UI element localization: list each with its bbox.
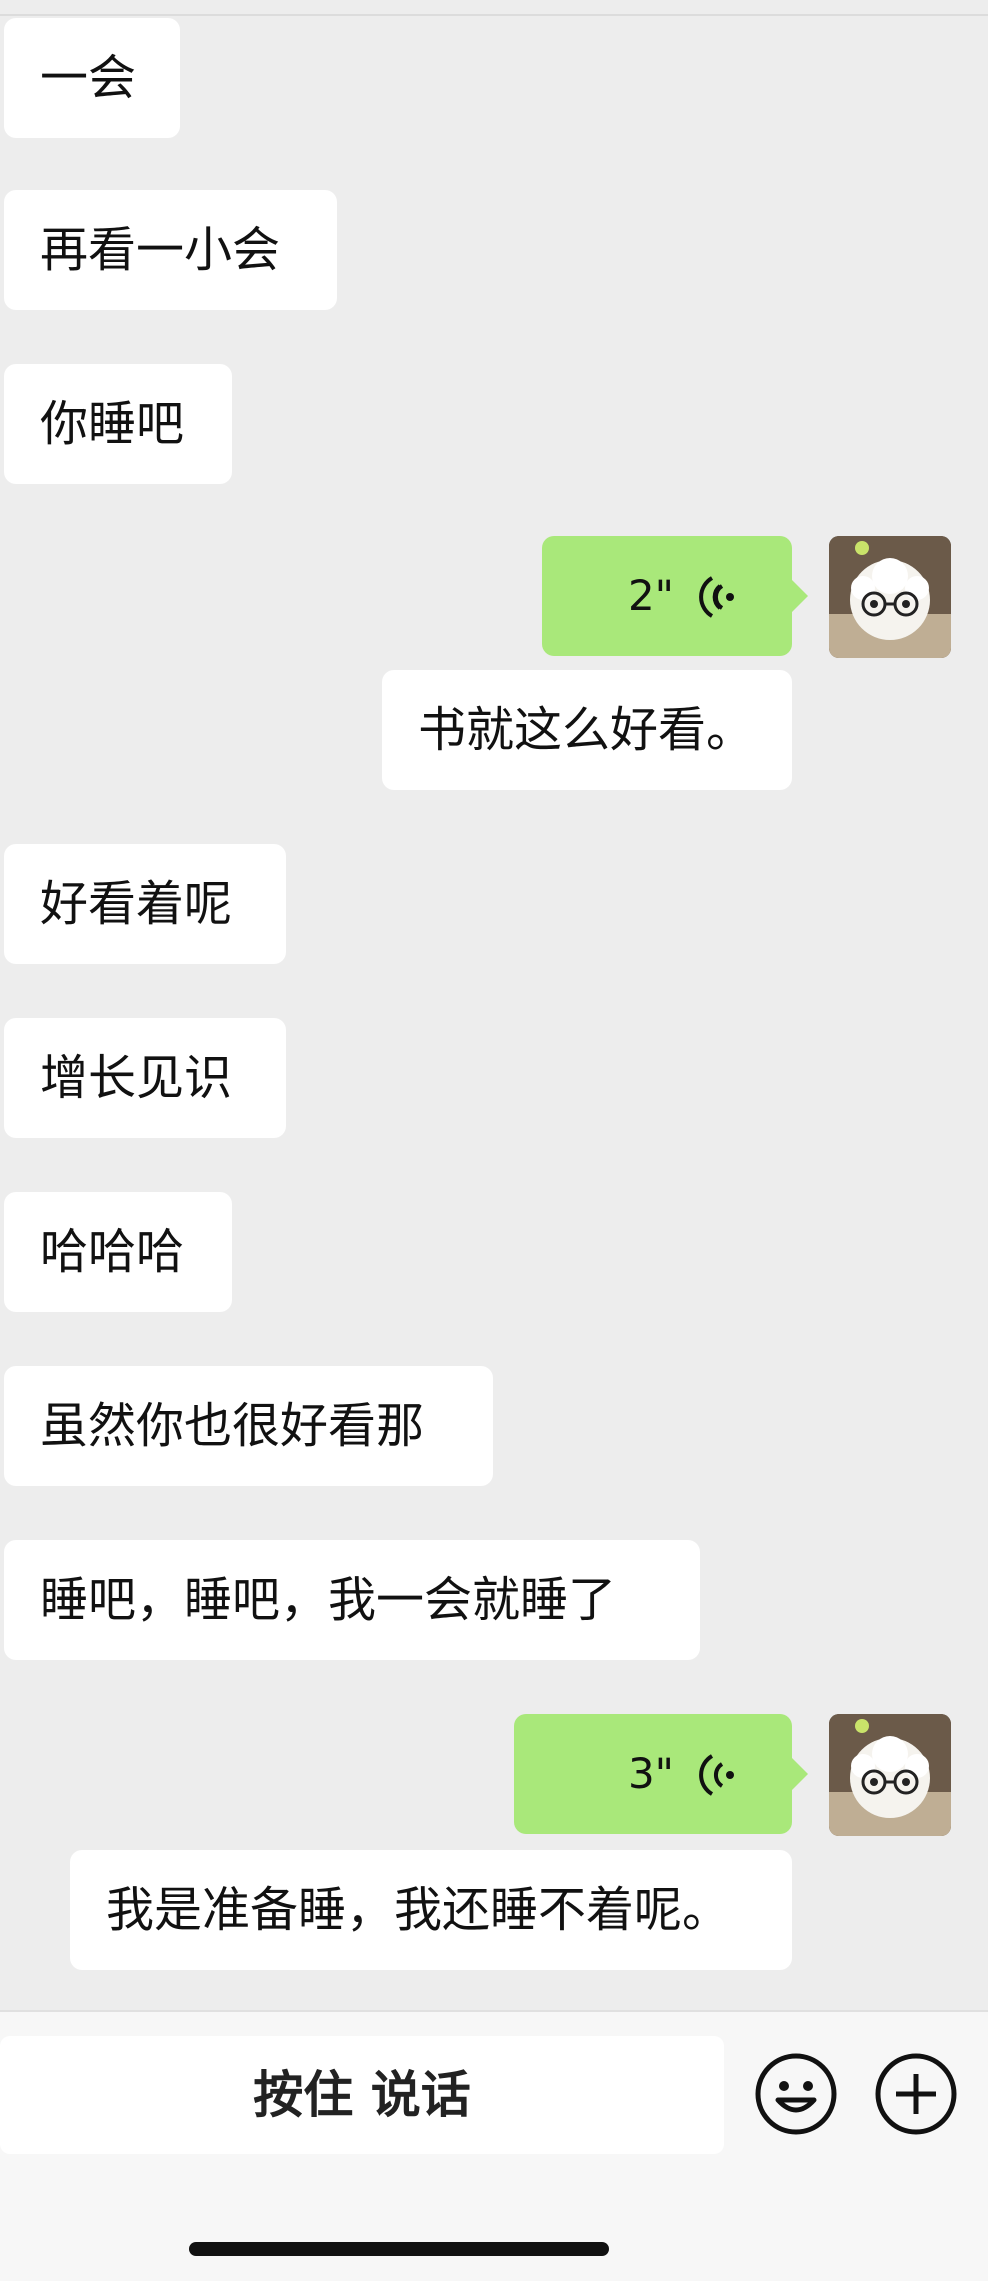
home-indicator <box>189 2242 609 2256</box>
voice-duration: 3" <box>627 1749 674 1798</box>
chat-area[interactable]: 一会 再看一小会 你睡吧 2" 书就这么好看。 好看着呢 增长见识 哈哈哈 虽然… <box>0 0 988 2010</box>
voice-message-sent[interactable]: 2" <box>542 536 808 656</box>
avatar-image <box>829 536 951 658</box>
voice-wave-icon <box>699 576 734 618</box>
message-bubble-received[interactable]: 睡吧，睡吧，我一会就睡了 <box>4 1540 700 1660</box>
hold-to-talk-button[interactable]: 按住 说话 <box>0 2036 724 2154</box>
message-bubble-received[interactable]: 哈哈哈 <box>4 1192 232 1312</box>
message-bubble-received[interactable]: 你睡吧 <box>4 364 232 484</box>
voice-wave-icon <box>699 1754 734 1796</box>
message-bubble-received[interactable]: 一会 <box>4 18 180 138</box>
message-bubble-sent[interactable]: 书就这么好看。 <box>382 670 792 790</box>
message-bubble-received[interactable]: 虽然你也很好看那 <box>4 1366 493 1486</box>
voice-duration: 2" <box>627 571 674 620</box>
message-bubble-received[interactable]: 再看一小会 <box>4 190 337 310</box>
input-bar: 按住 说话 <box>0 2010 988 2281</box>
avatar[interactable] <box>829 1714 951 1836</box>
avatar-image <box>829 1714 951 1836</box>
emoji-icon[interactable] <box>754 2052 838 2136</box>
message-bubble-received[interactable]: 好看着呢 <box>4 844 286 964</box>
avatar[interactable] <box>829 536 951 658</box>
message-bubble-received[interactable]: 增长见识 <box>4 1018 286 1138</box>
message-bubble-sent[interactable]: 我是准备睡，我还睡不着呢。 <box>70 1850 792 1970</box>
voice-message-sent[interactable]: 3" <box>514 1714 808 1834</box>
plus-icon[interactable] <box>874 2052 958 2136</box>
